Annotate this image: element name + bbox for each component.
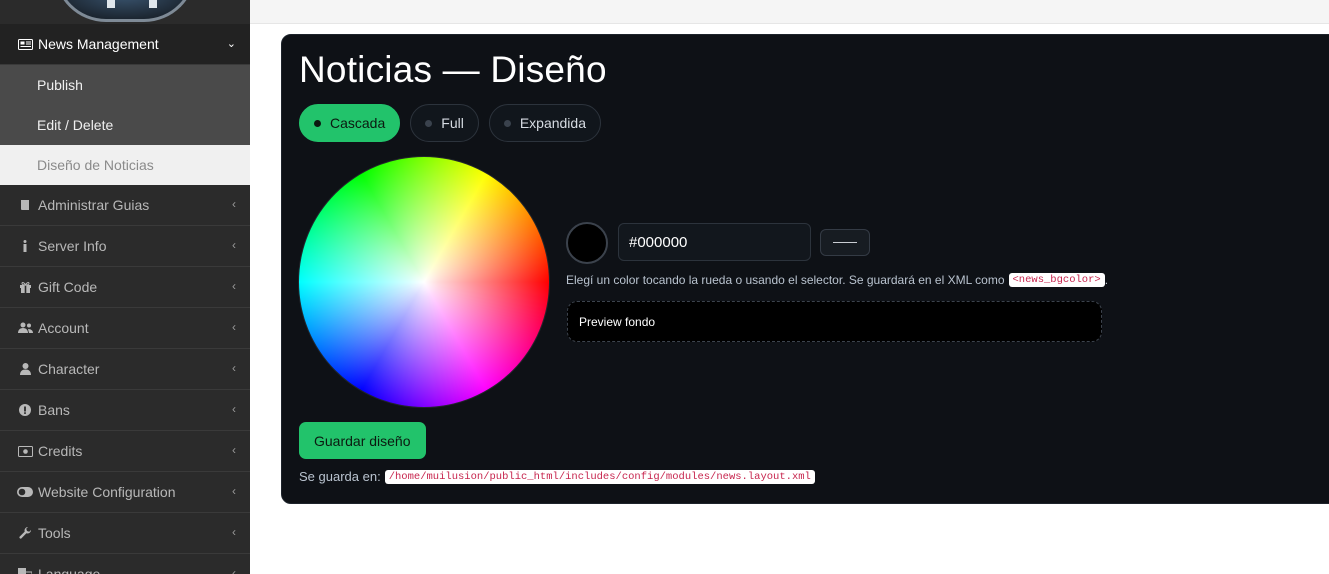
saved-prefix: Se guarda en:	[299, 469, 381, 484]
logo-emblem	[54, 0, 196, 22]
color-picker-button[interactable]	[820, 229, 870, 256]
layout-tabs: Cascada Full Expandida	[299, 104, 601, 142]
sidebar-item-label: Bans	[38, 402, 70, 418]
hex-color-input[interactable]	[618, 223, 811, 261]
chevron-left-icon: ‹	[232, 566, 236, 574]
radio-dot-icon	[314, 119, 321, 127]
sidebar-item-label: Credits	[38, 443, 83, 459]
chevron-left-icon: ‹	[232, 525, 236, 539]
saved-path-code: /home/muilusion/public_html/includes/con…	[384, 469, 815, 484]
sidebar-item-label: Language	[38, 566, 101, 574]
sidebar-item-tools[interactable]: Tools ‹	[0, 513, 250, 554]
sidebar-item-label: Administrar Guias	[38, 197, 150, 213]
chevron-left-icon: ‹	[232, 402, 236, 416]
sidebar-item-account[interactable]: Account ‹	[0, 308, 250, 349]
color-hint: Elegí un color tocando la rueda o usando…	[566, 273, 1108, 287]
radio-dot-icon	[425, 119, 433, 127]
wrench-icon	[17, 526, 33, 540]
sidebar-subitem-publish[interactable]: Publish	[0, 65, 250, 105]
sidebar-item-news-management[interactable]: News Management ⌄	[0, 24, 250, 65]
xml-key-code: <news_bgcolor>	[1008, 273, 1105, 287]
chevron-left-icon: ‹	[232, 279, 236, 293]
chevron-left-icon: ‹	[232, 443, 236, 457]
chevron-left-icon: ‹	[232, 320, 236, 334]
sidebar-subitem-edit-delete[interactable]: Edit / Delete	[0, 105, 250, 145]
language-icon	[17, 568, 33, 574]
saved-path-info: Se guarda en: /home/muilusion/public_htm…	[299, 469, 815, 484]
sidebar-item-language[interactable]: Language ‹	[0, 554, 250, 574]
logo	[0, 0, 250, 24]
user-icon	[17, 363, 33, 375]
sidebar-item-label: Website Configuration	[38, 484, 176, 500]
chevron-left-icon: ‹	[232, 484, 236, 498]
sidebar-item-label: Tools	[38, 525, 71, 541]
hint-text: Elegí un color tocando la rueda o usando…	[566, 273, 1005, 287]
color-swatch[interactable]	[566, 222, 608, 264]
background-preview: Preview fondo	[567, 301, 1102, 342]
chevron-left-icon: ‹	[232, 197, 236, 211]
save-design-button[interactable]: Guardar diseño	[299, 422, 426, 459]
sidebar-item-bans[interactable]: Bans ‹	[0, 390, 250, 431]
sidebar: News Management ⌄ Publish Edit / Delete …	[0, 0, 250, 574]
sidebar-subitem-diseno-noticias[interactable]: Diseño de Noticias	[0, 145, 250, 185]
color-wheel[interactable]	[299, 157, 549, 407]
sidebar-item-label: Character	[38, 361, 100, 377]
sidebar-item-character[interactable]: Character ‹	[0, 349, 250, 390]
sidebar-item-gift-code[interactable]: Gift Code ‹	[0, 267, 250, 308]
sidebar-item-server-info[interactable]: Server Info ‹	[0, 226, 250, 267]
users-icon	[17, 322, 33, 334]
tab-full[interactable]: Full	[410, 104, 479, 142]
dash-icon	[833, 242, 857, 243]
sidebar-item-label: Account	[38, 320, 89, 336]
newspaper-icon	[17, 38, 33, 50]
tab-label: Full	[441, 115, 464, 131]
sidebar-item-website-configuration[interactable]: Website Configuration ‹	[0, 472, 250, 513]
toggle-icon	[17, 487, 33, 497]
gift-icon	[17, 281, 33, 293]
sidebar-item-label: Gift Code	[38, 279, 98, 295]
news-design-panel: Noticias — Diseño Cascada Full Expandida…	[281, 34, 1329, 504]
exclamation-icon	[17, 404, 33, 416]
sidebar-item-administrar-guias[interactable]: Administrar Guias ‹	[0, 185, 250, 226]
top-bar	[250, 0, 1329, 24]
sidebar-item-label: Server Info	[38, 238, 107, 254]
radio-dot-icon	[503, 119, 511, 127]
book-icon	[17, 199, 33, 211]
money-icon	[17, 445, 33, 457]
preview-label: Preview fondo	[579, 314, 656, 329]
tab-expandida[interactable]: Expandida	[488, 104, 601, 142]
chevron-down-icon: ⌄	[226, 38, 236, 50]
tab-label: Expandida	[519, 115, 586, 131]
hint-end: .	[1104, 273, 1109, 287]
page-title: Noticias — Diseño	[299, 49, 607, 90]
chevron-left-icon: ‹	[232, 361, 236, 375]
sidebar-item-credits[interactable]: Credits ‹	[0, 431, 250, 472]
info-icon	[17, 240, 33, 252]
chevron-left-icon: ‹	[232, 238, 236, 252]
tab-label: Cascada	[330, 115, 386, 131]
tab-cascada[interactable]: Cascada	[299, 104, 401, 142]
sidebar-item-label: News Management	[38, 36, 159, 52]
